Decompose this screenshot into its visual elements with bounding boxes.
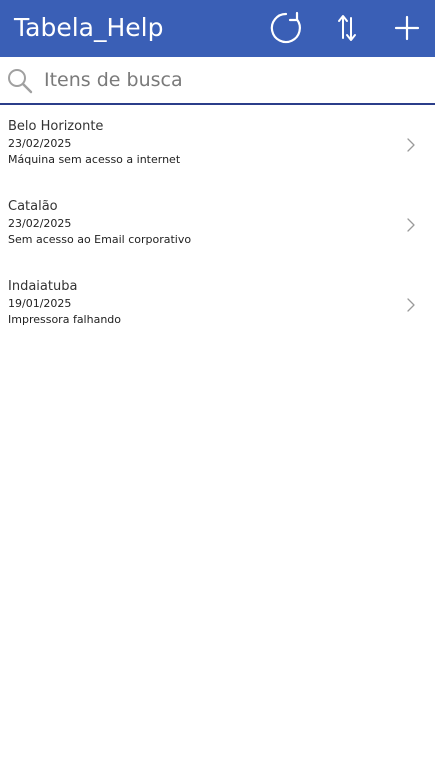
app-screen: Tabela_Help Itens de busca Belo Horizont… xyxy=(0,0,435,774)
item-title: Indaiatuba xyxy=(8,279,78,294)
list-item[interactable]: Belo Horizonte 23/02/2025 Máquina sem ac… xyxy=(0,105,435,185)
item-title: Catalão xyxy=(8,199,58,214)
chevron-right-icon[interactable] xyxy=(404,296,418,314)
item-date: 23/02/2025 xyxy=(8,217,72,230)
item-description: Impressora falhando xyxy=(8,313,122,326)
add-icon xyxy=(394,15,420,41)
item-title: Belo Horizonte xyxy=(8,119,104,134)
search-bar xyxy=(0,57,435,105)
search-input[interactable] xyxy=(44,63,424,97)
add-button[interactable] xyxy=(387,8,427,48)
ticket-list: Belo Horizonte 23/02/2025 Máquina sem ac… xyxy=(0,105,435,345)
sort-button[interactable] xyxy=(327,8,367,48)
list-item[interactable]: Catalão 23/02/2025 Sem acesso ao Email c… xyxy=(0,185,435,265)
item-description: Máquina sem acesso a internet xyxy=(8,153,181,166)
item-description: Sem acesso ao Email corporativo xyxy=(8,233,192,246)
chevron-right-icon[interactable] xyxy=(404,216,418,234)
search-icon xyxy=(6,67,34,95)
sort-icon xyxy=(338,15,356,41)
item-date: 23/02/2025 xyxy=(8,137,72,150)
refresh-icon xyxy=(270,11,301,44)
page-title: Tabela_Help xyxy=(14,13,164,42)
header-bar: Tabela_Help xyxy=(0,0,435,57)
list-item[interactable]: Indaiatuba 19/01/2025 Impressora falhand… xyxy=(0,265,435,345)
item-date: 19/01/2025 xyxy=(8,297,72,310)
refresh-button[interactable] xyxy=(266,8,306,48)
chevron-right-icon[interactable] xyxy=(404,136,418,154)
